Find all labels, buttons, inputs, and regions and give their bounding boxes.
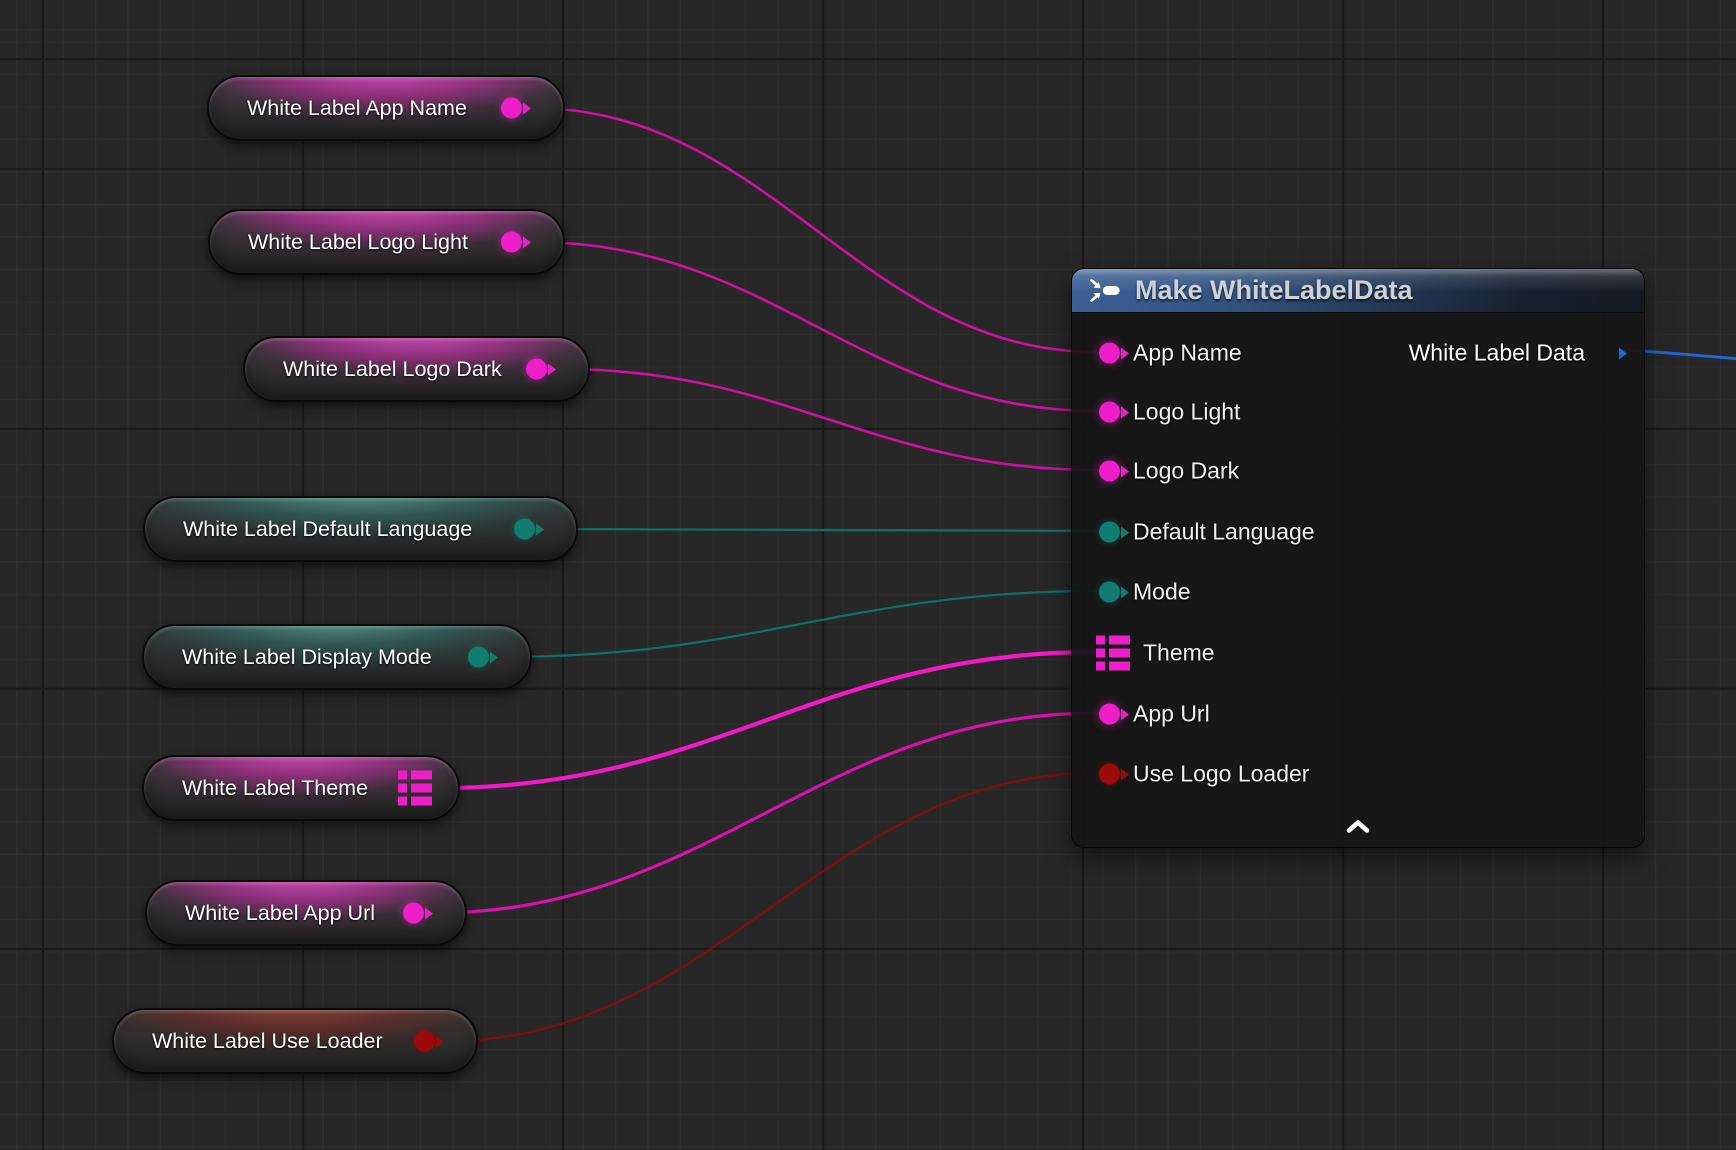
node-header[interactable]: Make WhiteLabelData [1072, 269, 1644, 313]
variable-node-white-label-use-loader[interactable]: White Label Use Loader [112, 1008, 478, 1074]
variable-label: White Label App Url [185, 901, 375, 926]
pin-label: Logo Dark [1133, 458, 1239, 485]
enum-output-pin[interactable] [468, 647, 489, 668]
enum-input-pin[interactable] [1099, 582, 1120, 603]
output-row-white-label-data: White Label Data [1409, 340, 1626, 367]
bool-input-pin[interactable] [1099, 764, 1120, 785]
variable-label: White Label App Name [247, 96, 467, 121]
blueprint-graph-canvas[interactable]: White Label App Name White Label Logo Li… [0, 0, 1736, 1150]
struct-output-pin[interactable] [501, 232, 522, 253]
wire-logo-light[interactable] [534, 242, 1097, 411]
input-row-logo-light: Logo Light [1099, 399, 1240, 426]
variable-node-white-label-app-url[interactable]: White Label App Url [145, 880, 467, 946]
wire-default-language[interactable] [544, 529, 1097, 531]
variable-node-white-label-theme[interactable]: White Label Theme [142, 755, 460, 821]
struct-input-pin[interactable] [1099, 461, 1120, 482]
variable-label: White Label Logo Light [248, 230, 468, 255]
variable-label: White Label Display Mode [182, 645, 432, 670]
pin-label: Theme [1143, 640, 1215, 667]
struct-input-pin[interactable] [1099, 402, 1120, 423]
enum-output-pin[interactable] [514, 519, 535, 540]
variable-label: White Label Logo Dark [283, 357, 502, 382]
pin-label: Mode [1133, 579, 1191, 606]
collapse-node-button[interactable] [1335, 813, 1381, 839]
variable-node-white-label-display-mode[interactable]: White Label Display Mode [142, 624, 532, 690]
node-title: Make WhiteLabelData [1135, 275, 1413, 306]
input-row-app-name: App Name [1099, 340, 1242, 367]
pin-label: Logo Light [1133, 399, 1240, 426]
wire-use-loader[interactable] [446, 773, 1097, 1041]
make-whitelabeldata-node[interactable]: Make WhiteLabelData App Name Logo Light … [1071, 268, 1645, 848]
input-row-mode: Mode [1099, 579, 1191, 606]
wire-theme[interactable] [440, 652, 1094, 788]
variable-label: White Label Theme [182, 776, 368, 801]
wire-app-url[interactable] [434, 713, 1097, 913]
wire-mode[interactable] [504, 591, 1097, 657]
pin-label: White Label Data [1409, 340, 1585, 367]
make-struct-icon [1088, 277, 1122, 304]
wire-logo-dark[interactable] [561, 369, 1097, 470]
input-row-app-url: App Url [1099, 701, 1210, 728]
map-output-pin-icon[interactable] [398, 771, 432, 806]
variable-node-white-label-app-name[interactable]: White Label App Name [207, 75, 565, 141]
input-row-use-logo-loader: Use Logo Loader [1099, 761, 1309, 788]
struct-output-pin[interactable] [403, 903, 424, 924]
pin-label: Use Logo Loader [1133, 761, 1309, 788]
chevron-up-icon [1346, 819, 1370, 833]
struct-output-pin[interactable] [526, 359, 547, 380]
pin-label: App Name [1133, 340, 1242, 367]
variable-label: White Label Use Loader [152, 1029, 383, 1054]
variable-node-white-label-logo-dark[interactable]: White Label Logo Dark [243, 336, 590, 402]
input-row-default-language: Default Language [1099, 519, 1315, 546]
map-input-pin-icon[interactable] [1096, 636, 1130, 671]
struct-input-pin[interactable] [1099, 343, 1120, 364]
variable-label: White Label Default Language [183, 517, 472, 542]
variable-node-white-label-logo-light[interactable]: White Label Logo Light [208, 209, 565, 275]
pin-label: Default Language [1133, 519, 1315, 546]
enum-input-pin[interactable] [1099, 522, 1120, 543]
wire-app-name[interactable] [532, 108, 1097, 352]
input-row-theme: Theme [1096, 636, 1215, 671]
struct-output-pin[interactable] [501, 98, 522, 119]
bool-output-pin[interactable] [414, 1031, 435, 1052]
struct-input-pin[interactable] [1099, 704, 1120, 725]
pin-label: App Url [1133, 701, 1210, 728]
variable-node-white-label-default-language[interactable]: White Label Default Language [143, 496, 578, 562]
input-row-logo-dark: Logo Dark [1099, 458, 1239, 485]
